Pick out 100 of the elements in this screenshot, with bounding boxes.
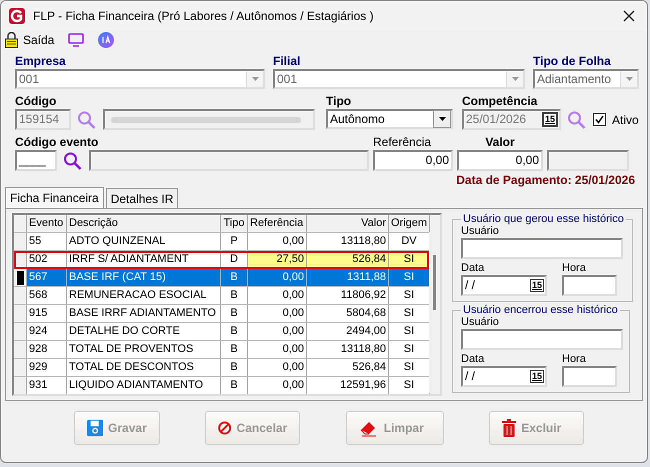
hora-field[interactable] [562, 275, 617, 296]
table-cell: 502 [27, 251, 67, 268]
hora-label: Hora [562, 262, 587, 275]
table-cell: 1311,88 [307, 269, 389, 286]
close-icon [623, 10, 635, 22]
ativo-label: Ativo [612, 112, 639, 128]
usuario-field[interactable] [461, 329, 623, 350]
competencia-date-field[interactable]: 25/01/2026 15 [462, 109, 561, 130]
column-header[interactable]: Descrição [67, 215, 221, 232]
table-cell: 13118,80 [307, 233, 389, 250]
table-row[interactable]: 924 DETALHE DO CORTE B 0,00 2494,00 SI [14, 323, 429, 341]
padlock-icon [5, 32, 18, 48]
search-icon[interactable] [567, 110, 587, 128]
column-header[interactable]: Tipo [221, 215, 248, 232]
table-cell: IRRF S/ ADIANTAMENT [67, 251, 221, 268]
tipo-de-folha-dropdown[interactable]: Adiantamento [533, 69, 639, 89]
data-date-field[interactable]: / / 15 [461, 275, 547, 296]
table-cell: ADTO QUINZENAL [67, 233, 221, 250]
table-cell: 0,00 [248, 341, 307, 358]
table-cell: B [221, 305, 248, 322]
highlighted-row[interactable]: 502 IRRF S/ ADIANTAMENT D 27,50 526,84 SI [14, 251, 429, 269]
tipo-dropdown[interactable]: Autônomo [326, 109, 453, 129]
codigo-evento-label: Código evento [15, 134, 100, 150]
column-header[interactable]: Valor [307, 215, 389, 232]
data-date-field[interactable]: / / 15 [461, 366, 547, 387]
window-title: FLP - Ficha Financeira (Pró Labores / Autônomos / Estagiários ) [33, 9, 375, 23]
usuario-field[interactable] [461, 238, 623, 259]
table-row[interactable]: 915 BASE IRRF ADIANTAMENTO B 0,00 5804,68 SI [14, 305, 429, 323]
table-cell: 0,00 [248, 233, 307, 250]
table-cell: 0,00 [248, 377, 307, 394]
prohibited-sign-icon [218, 419, 232, 437]
table-cell: 0,00 [248, 305, 307, 322]
search-icon[interactable] [63, 152, 83, 170]
column-header[interactable]: Referência [248, 215, 307, 232]
table-cell: 0,00 [248, 269, 307, 286]
table-cell: 0,00 [248, 359, 307, 376]
table-cell: 915 [27, 305, 67, 322]
table-cell: TOTAL DE PROVENTOS [67, 341, 221, 358]
dropdown-arrow-icon [626, 77, 632, 81]
referencia-field[interactable]: 0,00 [373, 150, 453, 171]
group-title: Usuário que gerou esse histórico [462, 213, 625, 225]
table-cell: 11806,92 [307, 287, 389, 304]
current-row-marker [16, 270, 24, 284]
evento-description-field[interactable] [89, 150, 369, 171]
exit-button[interactable]: Saída [5, 32, 54, 48]
competencia-label: Competência [462, 93, 538, 109]
empresa-dropdown[interactable]: 001 [15, 69, 265, 89]
table-cell: B [221, 323, 248, 340]
calendar-button[interactable]: 15 [530, 279, 544, 292]
data-label: Data [461, 262, 486, 275]
codigo-evento-field[interactable]: ____ [15, 150, 57, 171]
valor-label: Valor [484, 134, 516, 150]
table-row[interactable]: 568 REMUNERACAO ESOCIAL B 0,00 11806,92 SI [14, 287, 429, 305]
table-row[interactable]: 567 BASE IRF (CAT 15) B 0,00 1311,88 SI [14, 269, 429, 287]
table-cell: 13118,80 [307, 341, 389, 358]
table-cell: 924 [27, 323, 67, 340]
table-row[interactable]: 55 ADTO QUINZENAL P 0,00 13118,80 DV [14, 233, 429, 251]
codigo-label: Código [15, 93, 58, 109]
tab[interactable]: Detalhes IR [106, 188, 178, 208]
hora-field[interactable] [562, 366, 617, 387]
table-cell: 526,84 [307, 251, 389, 268]
table-row[interactable]: 931 LIQUIDO ADIANTAMENTO B 0,00 12591,96 SI [14, 377, 429, 394]
table-cell: 0,00 [248, 287, 307, 304]
valor-field[interactable]: 0,00 [457, 150, 543, 171]
search-icon[interactable] [77, 110, 97, 128]
dropdown-arrow-icon [512, 77, 518, 81]
tab[interactable]: Ficha Financeira [5, 187, 104, 208]
referencia-label: Referência [373, 134, 432, 150]
monitor-icon[interactable] [68, 33, 84, 47]
table-cell: BASE IRF (CAT 15) [67, 269, 221, 286]
dropdown-arrow-icon [438, 117, 446, 121]
table-cell: 2494,00 [307, 323, 389, 340]
usuario-label: Usuário [461, 225, 500, 238]
tipo-de-folha-label: Tipo de Folha [533, 53, 612, 69]
codigo-field[interactable]: 159154 [15, 109, 71, 130]
table-cell: TOTAL DE DESCONTOS [67, 359, 221, 376]
payment-date-text: Data de Pagamento: 25/01/2026 [455, 173, 636, 187]
ai-assistant-icon[interactable] [98, 32, 114, 48]
table-cell: 55 [27, 233, 67, 250]
table-cell: 929 [27, 359, 67, 376]
ativo-checkbox[interactable] [593, 113, 606, 126]
table-cell: B [221, 269, 248, 286]
name-field[interactable] [103, 109, 315, 130]
filial-dropdown[interactable]: 001 [273, 69, 525, 89]
calendar-button[interactable]: 15 [530, 370, 544, 383]
column-header[interactable]: Evento [27, 215, 67, 232]
table-cell: BASE IRRF ADIANTAMENTO [67, 305, 221, 322]
table-row[interactable]: 928 TOTAL DE PROVENTOS B 0,00 13118,80 SI [14, 341, 429, 359]
trash-icon [502, 419, 516, 437]
tipo-label: Tipo [326, 93, 352, 109]
table-cell: 931 [27, 377, 67, 394]
table-cell: B [221, 287, 248, 304]
extra-field[interactable] [547, 150, 629, 171]
group-title: Usuário encerrou esse histórico [462, 304, 619, 316]
usuario-label: Usuário [461, 316, 500, 329]
column-header[interactable]: Origem [389, 215, 430, 232]
calendar-button[interactable]: 15 [542, 112, 558, 127]
table-cell: B [221, 377, 248, 394]
app-logo-icon [9, 8, 25, 24]
table-row[interactable]: 929 TOTAL DE DESCONTOS B 0,00 526,84 SI [14, 359, 429, 377]
